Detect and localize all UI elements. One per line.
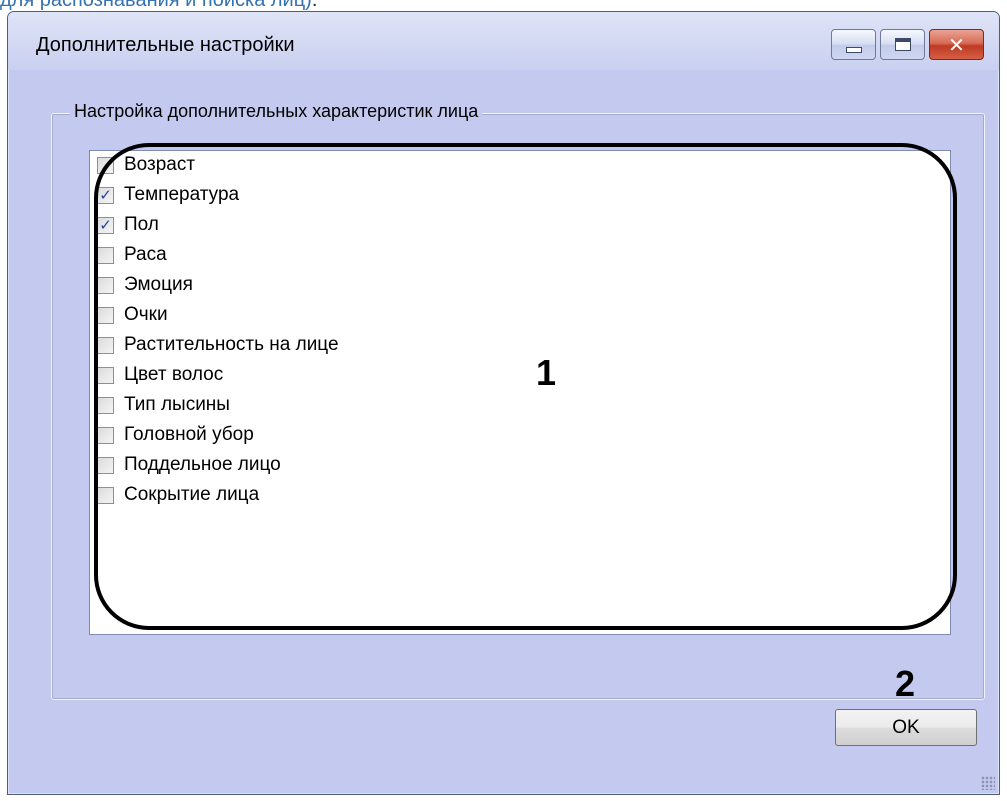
checklist-item[interactable]: ✓ Температура <box>97 181 239 209</box>
maximize-button[interactable] <box>880 29 925 60</box>
group-legend: Настройка дополнительных характеристик л… <box>70 101 483 122</box>
checkbox-unchecked[interactable] <box>97 486 114 504</box>
page-link-text[interactable]: для распознавания и поиска лиц) <box>0 0 312 11</box>
ok-button[interactable]: OK <box>835 709 977 746</box>
checklist-item[interactable]: ✓ Пол <box>97 211 159 239</box>
checklist-item-label: Эмоция <box>124 274 193 295</box>
window-title: Дополнительные настройки <box>36 34 295 56</box>
checklist-item[interactable]: Цвет волос <box>97 361 223 389</box>
close-button[interactable]: ✕ <box>929 29 984 60</box>
checkbox-checked[interactable]: ✓ <box>97 185 114 204</box>
callout-number-2: 2 <box>895 663 916 704</box>
checkbox-unchecked[interactable] <box>97 426 114 444</box>
title-bar[interactable]: Дополнительные настройки ✕ <box>8 12 999 70</box>
checklist-item-label: Возраст <box>124 154 196 175</box>
checklist-item-label: Сокрытие лица <box>124 484 260 505</box>
window-controls: ✕ <box>831 29 984 60</box>
maximize-icon <box>894 38 911 51</box>
checklist-item-label: Цвет волос <box>124 364 224 385</box>
checklist-item[interactable]: Тип лысины <box>97 391 230 419</box>
checkbox-unchecked[interactable] <box>97 366 114 384</box>
checklist-item-label: Температура <box>124 184 240 205</box>
page-link-tail: . <box>311 0 318 11</box>
checklist-item[interactable]: Эмоция <box>97 271 193 299</box>
checklist-item-label: Пол <box>124 214 159 235</box>
checklist-item-label: Тип лысины <box>124 394 230 415</box>
checklist-item[interactable]: Поддельное лицо <box>97 451 281 479</box>
page-link[interactable]: для распознавания и поиска лиц). <box>0 0 317 11</box>
checklist-item[interactable]: Возраст <box>97 151 195 179</box>
checklist-item[interactable]: Растительность на лице <box>97 331 339 359</box>
checkmark-icon: ✓ <box>99 215 112 234</box>
attributes-checklist[interactable]: Возраст ✓ Температура ✓ Пол Раса Эмоция Очки Рас… <box>89 150 951 635</box>
checkbox-unchecked[interactable] <box>97 396 114 414</box>
checklist-item[interactable]: Головной убор <box>97 421 254 449</box>
minimize-button[interactable] <box>831 29 876 60</box>
checklist-item[interactable]: Раса <box>97 241 167 269</box>
checkbox-unchecked[interactable] <box>97 246 114 264</box>
checklist-item-label: Растительность на лице <box>124 334 339 355</box>
resize-grip-icon[interactable] <box>981 776 995 790</box>
checkbox-unchecked[interactable] <box>97 306 114 324</box>
checkbox-unchecked[interactable] <box>97 456 114 474</box>
checklist-item[interactable]: Очки <box>97 301 168 329</box>
settings-dialog: Дополнительные настройки ✕ Настройка доп… <box>7 11 1000 795</box>
checklist-item[interactable]: Сокрытие лица <box>97 481 259 509</box>
checklist-item-label: Раса <box>124 244 167 265</box>
checklist-item-label: Головной убор <box>124 424 254 445</box>
checkmark-icon: ✓ <box>99 185 112 204</box>
checkbox-unchecked[interactable] <box>97 276 114 294</box>
checkbox-unchecked[interactable] <box>97 156 114 174</box>
checkbox-checked[interactable]: ✓ <box>97 215 114 234</box>
face-attributes-group: Настройка дополнительных характеристик л… <box>51 101 985 700</box>
callout-number-1: 1 <box>536 352 557 393</box>
close-icon: ✕ <box>948 32 965 57</box>
checklist-item-label: Очки <box>124 304 168 325</box>
minimize-icon <box>845 46 862 53</box>
checklist-item-label: Поддельное лицо <box>124 454 281 475</box>
checkbox-unchecked[interactable] <box>97 336 114 354</box>
